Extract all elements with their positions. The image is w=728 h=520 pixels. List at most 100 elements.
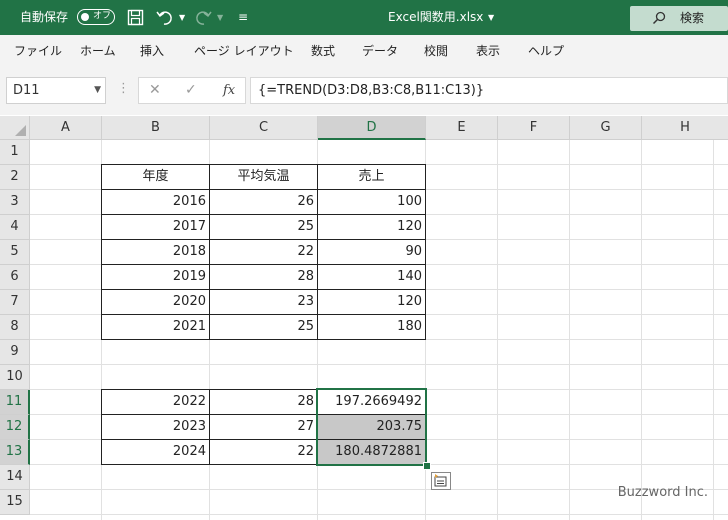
row-header-12[interactable]: 12	[0, 415, 30, 440]
gridline	[713, 140, 714, 520]
table-header-temperature[interactable]: 平均気温	[209, 164, 318, 190]
gridline	[30, 514, 728, 515]
table-cell[interactable]: 2017	[101, 214, 210, 240]
row-header-2[interactable]: 2	[0, 165, 30, 190]
table-header-year[interactable]: 年度	[101, 164, 210, 190]
row-header-6[interactable]: 6	[0, 265, 30, 290]
redo-icon[interactable]	[194, 0, 216, 35]
row-header-14[interactable]: 14	[0, 465, 30, 490]
table-cell[interactable]: 23	[209, 289, 318, 315]
column-header-d[interactable]: D	[318, 116, 426, 140]
formula-bar: D11 ▼ ⋮ ✕ ✓ fx {=TREND(D3:D8,B3:C8,B11:C…	[0, 67, 728, 115]
file-name: Excel関数用.xlsx	[388, 10, 484, 24]
title-bar: 自動保存 オフ ▼ ▼ ≡ Excel関数用.xlsx ▼ 検索	[0, 0, 728, 35]
row-header-9[interactable]: 9	[0, 340, 30, 365]
name-box-dropdown-icon[interactable]: ▼	[94, 78, 101, 103]
table-cell[interactable]: 2020	[101, 289, 210, 315]
forecast-cell[interactable]: 22	[209, 439, 318, 465]
tab-data[interactable]: データ	[362, 35, 398, 67]
forecast-cell[interactable]: 2023	[101, 414, 210, 440]
formula-input[interactable]: {=TREND(D3:D8,B3:C8,B11:C13)}	[250, 77, 728, 104]
row-header-13[interactable]: 13	[0, 440, 30, 465]
table-header-sales[interactable]: 売上	[317, 164, 426, 190]
tab-view[interactable]: 表示	[476, 35, 500, 67]
undo-dropdown-icon[interactable]: ▼	[179, 0, 185, 35]
row-header-8[interactable]: 8	[0, 315, 30, 340]
redo-dropdown-icon[interactable]: ▼	[217, 0, 223, 35]
spreadsheet-grid[interactable]: A B C D E F G H 1 2 3 4 5 6 7 8 9 10 11 …	[0, 116, 728, 520]
undo-icon[interactable]	[156, 0, 178, 35]
formula-bar-grip-icon: ⋮	[117, 81, 130, 96]
name-box[interactable]: D11 ▼	[6, 77, 106, 104]
row-header-4[interactable]: 4	[0, 215, 30, 240]
table-cell[interactable]: 90	[317, 239, 426, 265]
formula-buttons: ✕ ✓ fx	[138, 77, 246, 104]
tab-insert[interactable]: 挿入	[140, 35, 164, 67]
table-cell[interactable]: 25	[209, 214, 318, 240]
forecast-result-cell[interactable]: 180.4872881	[317, 439, 426, 465]
tab-help[interactable]: ヘルプ	[528, 35, 564, 67]
forecast-result-cell[interactable]: 197.2669492	[317, 389, 426, 415]
table-cell[interactable]: 2019	[101, 264, 210, 290]
row-header-11[interactable]: 11	[0, 390, 30, 415]
ribbon-tabs: ファイル ホーム 挿入 ページ レイアウト 数式 データ 校閲 表示 ヘルプ	[0, 35, 728, 67]
select-all-triangle-icon	[15, 125, 26, 136]
autosave-toggle[interactable]: オフ	[77, 9, 115, 25]
forecast-cell[interactable]: 2024	[101, 439, 210, 465]
quick-analysis-button[interactable]	[431, 472, 451, 490]
forecast-cell[interactable]: 27	[209, 414, 318, 440]
row-header-5[interactable]: 5	[0, 240, 30, 265]
cancel-icon[interactable]: ✕	[149, 78, 161, 103]
enter-icon[interactable]: ✓	[185, 78, 197, 103]
column-header-f[interactable]: F	[498, 116, 570, 140]
select-all-button[interactable]	[0, 116, 30, 140]
forecast-result-cell[interactable]: 203.75	[317, 414, 426, 440]
watermark: Buzzword Inc.	[617, 485, 708, 500]
forecast-cell[interactable]: 28	[209, 389, 318, 415]
table-cell[interactable]: 120	[317, 214, 426, 240]
column-header-h[interactable]: H	[642, 116, 728, 140]
gridline	[30, 364, 728, 365]
table-cell[interactable]: 180	[317, 314, 426, 340]
table-cell[interactable]: 140	[317, 264, 426, 290]
fill-handle[interactable]	[423, 462, 431, 470]
autosave-state: オフ	[93, 11, 112, 21]
table-cell[interactable]: 26	[209, 189, 318, 215]
insert-function-icon[interactable]: fx	[223, 78, 235, 103]
table-cell[interactable]: 2018	[101, 239, 210, 265]
gridline	[497, 140, 498, 520]
search-label: 検索	[680, 11, 705, 25]
row-header-15[interactable]: 15	[0, 490, 30, 515]
column-header-c[interactable]: C	[210, 116, 318, 140]
gridline	[569, 140, 570, 520]
row-header-7[interactable]: 7	[0, 290, 30, 315]
tab-review[interactable]: 校閲	[424, 35, 448, 67]
tab-home[interactable]: ホーム	[80, 35, 116, 67]
column-header-a[interactable]: A	[30, 116, 102, 140]
search-box[interactable]: 検索	[630, 6, 728, 31]
table-cell[interactable]: 100	[317, 189, 426, 215]
table-cell[interactable]: 22	[209, 239, 318, 265]
column-header-g[interactable]: G	[570, 116, 642, 140]
row-header-10[interactable]: 10	[0, 365, 30, 390]
table-cell[interactable]: 28	[209, 264, 318, 290]
row-header-3[interactable]: 3	[0, 190, 30, 215]
column-header-b[interactable]: B	[102, 116, 210, 140]
quick-analysis-icon	[434, 474, 447, 487]
table-cell[interactable]: 25	[209, 314, 318, 340]
tab-page-layout[interactable]: ページ レイアウト	[194, 35, 294, 67]
column-header-e[interactable]: E	[426, 116, 498, 140]
row-header-1[interactable]: 1	[0, 140, 30, 165]
tab-formulas[interactable]: 数式	[311, 35, 335, 67]
table-cell[interactable]: 2021	[101, 314, 210, 340]
customize-toolbar-icon[interactable]: ≡	[238, 0, 248, 35]
search-icon	[652, 11, 666, 29]
table-cell[interactable]: 120	[317, 289, 426, 315]
save-icon[interactable]	[127, 0, 144, 35]
forecast-cell[interactable]: 2022	[101, 389, 210, 415]
formula-text: {=TREND(D3:D8,B3:C8,B11:C13)}	[258, 83, 485, 98]
autosave-label: 自動保存	[20, 10, 69, 24]
filename-dropdown-icon[interactable]: ▼	[488, 0, 494, 35]
table-cell[interactable]: 2016	[101, 189, 210, 215]
tab-file[interactable]: ファイル	[14, 35, 62, 67]
